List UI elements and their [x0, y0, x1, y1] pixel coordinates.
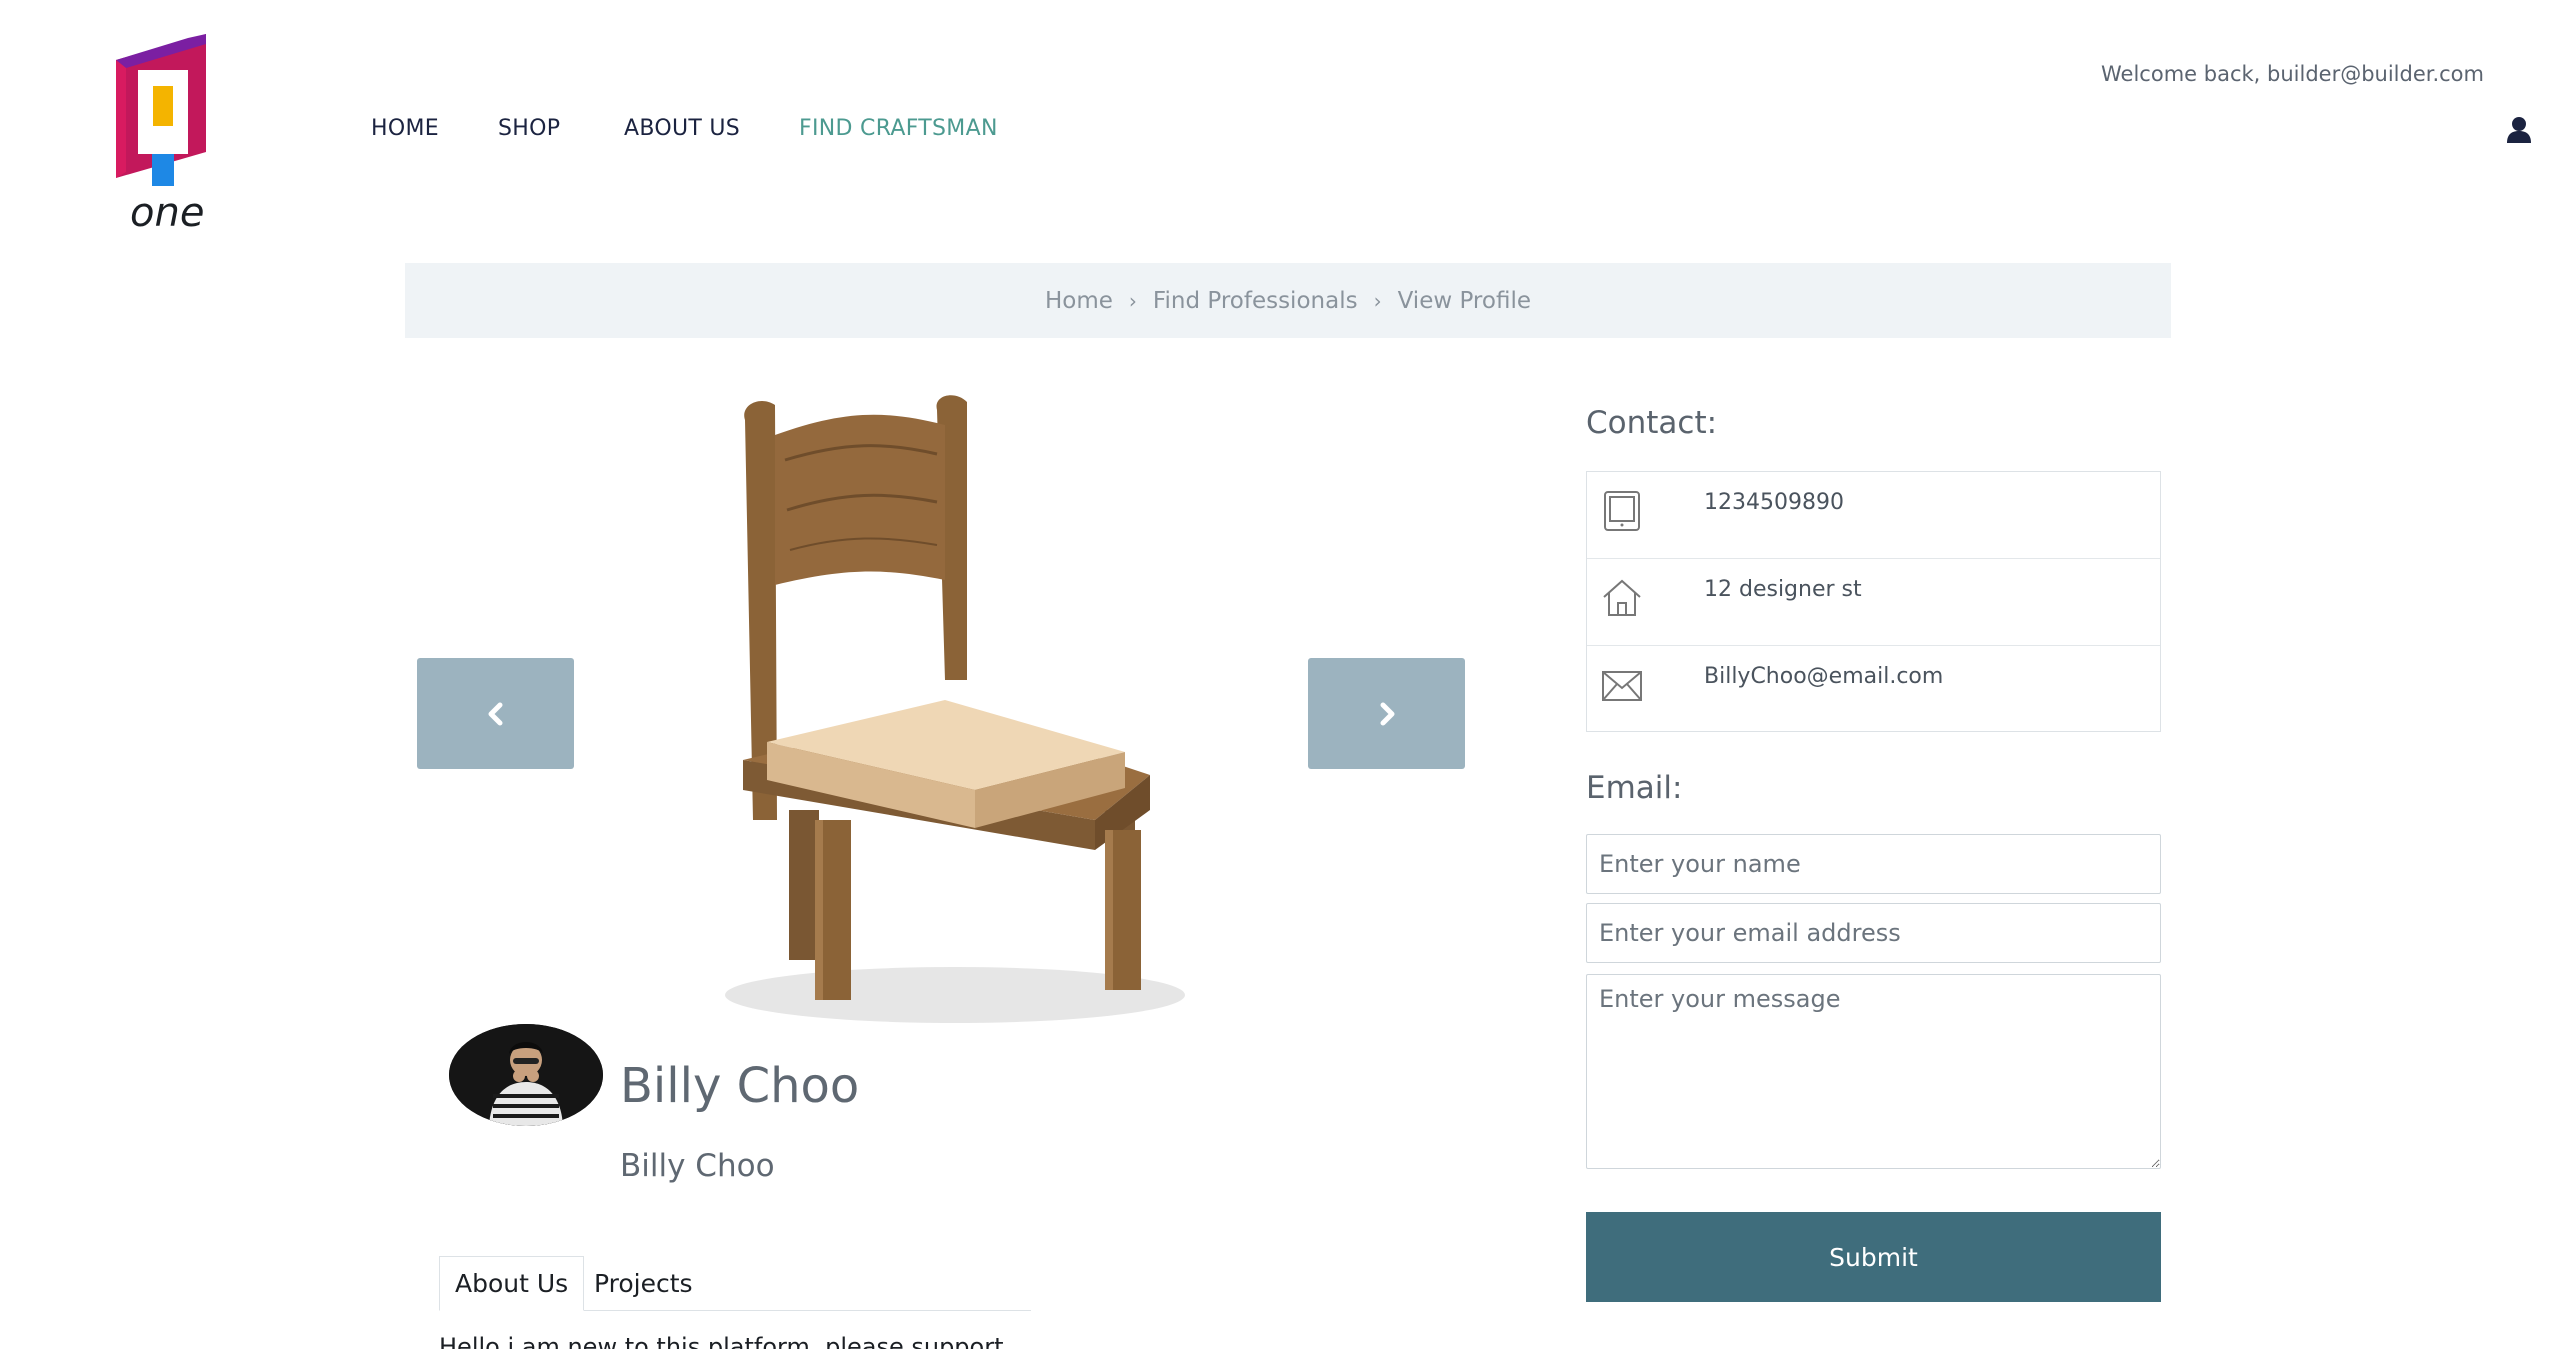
contact-title: Contact:	[1586, 405, 1718, 441]
carousel-prev-button[interactable]	[417, 658, 574, 769]
logo-wordmark: one	[130, 190, 204, 234]
message-input[interactable]	[1586, 974, 2161, 1169]
nav-home[interactable]: HOME	[371, 116, 439, 141]
home-icon	[1603, 579, 1641, 616]
contact-phone: 1234509890	[1704, 490, 1844, 515]
breadcrumb-separator-icon: ›	[1373, 288, 1382, 313]
email-input[interactable]	[1586, 903, 2161, 963]
contact-phone-row: 1234509890	[1587, 472, 2160, 559]
envelope-icon	[1602, 671, 1642, 701]
tab-projects[interactable]: Projects	[579, 1256, 708, 1311]
nav-shop[interactable]: SHOP	[498, 116, 560, 141]
tablet-icon	[1604, 491, 1640, 531]
contact-address: 12 designer st	[1704, 577, 1862, 602]
nav-about-us[interactable]: ABOUT US	[624, 116, 740, 141]
contact-email-row: BillyChoo@email.com	[1587, 646, 2160, 733]
breadcrumb: Home › Find Professionals › View Profile	[405, 263, 2171, 338]
about-text: Hello i am new to this platform, please …	[439, 1333, 1004, 1349]
contact-box: 1234509890 12 designer st BillyChoo@emai…	[1586, 471, 2161, 732]
email-form-title: Email:	[1586, 770, 1683, 806]
breadcrumb-separator-icon: ›	[1128, 288, 1137, 313]
project-carousel	[405, 380, 1470, 1040]
nav-find-craftsman[interactable]: FIND CRAFTSMAN	[799, 116, 998, 141]
welcome-message: Welcome back, builder@builder.com	[2101, 62, 2484, 86]
profile-subtitle: Billy Choo	[620, 1148, 775, 1184]
breadcrumb-find-professionals[interactable]: Find Professionals	[1153, 288, 1358, 314]
profile-tabs: About Us Projects	[439, 1256, 1031, 1311]
profile-name: Billy Choo	[620, 1058, 860, 1114]
contact-email[interactable]: BillyChoo@email.com	[1704, 664, 1943, 689]
name-input[interactable]	[1586, 834, 2161, 894]
contact-address-row: 12 designer st	[1587, 559, 2160, 646]
chevron-left-icon	[488, 702, 502, 725]
breadcrumb-home[interactable]: Home	[1045, 288, 1113, 314]
project-image-chair	[725, 395, 1185, 1023]
avatar	[449, 1024, 603, 1126]
chevron-right-icon	[1380, 702, 1394, 725]
user-icon[interactable]	[2506, 116, 2532, 144]
breadcrumb-view-profile: View Profile	[1397, 287, 1531, 314]
tab-about-us[interactable]: About Us	[439, 1256, 585, 1311]
submit-button[interactable]: Submit	[1586, 1212, 2161, 1302]
carousel-next-button[interactable]	[1308, 658, 1465, 769]
brand-logo[interactable]: one	[108, 34, 218, 234]
